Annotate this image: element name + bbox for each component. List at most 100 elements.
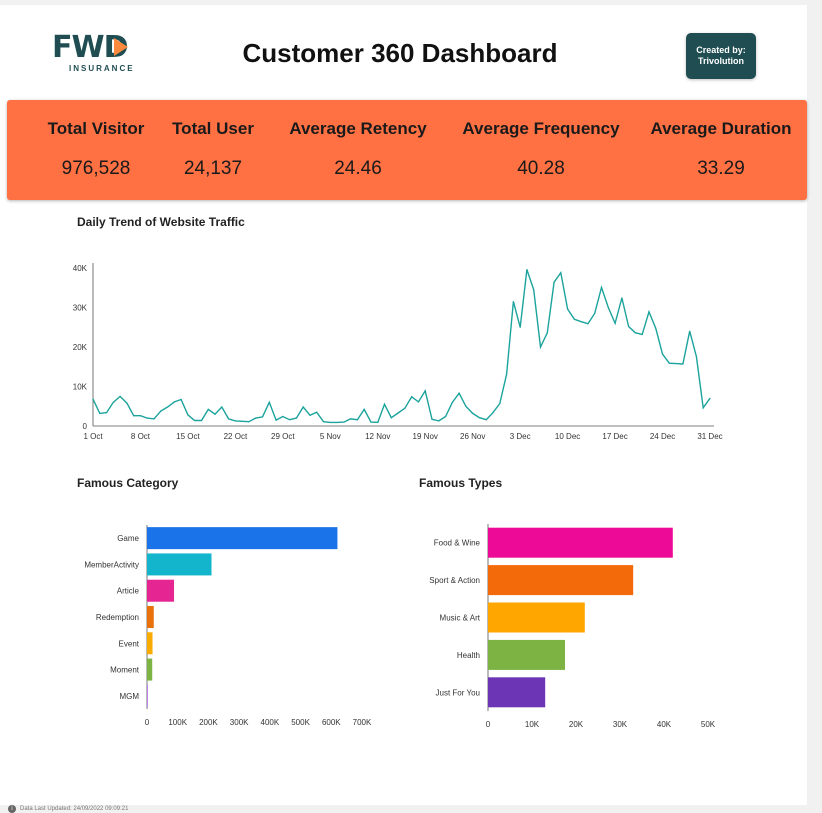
kpi-value: 976,528 [61,158,131,179]
traffic-data-point [241,420,243,422]
traffic-data-point [133,415,135,417]
traffic-data-point [675,362,677,365]
category-label: Food & Wine [434,539,481,548]
traffic-series-line [92,269,711,424]
traffic-data-point [194,419,196,422]
traffic-data-point [424,390,426,392]
bar-sport-action [488,565,634,596]
kpi-value: 40.28 [517,158,565,179]
kpi-value: 33.29 [697,158,745,179]
x-tick-label: 3 Dec [510,432,531,441]
traffic-data-point [465,405,467,407]
kpi-average-duration[interactable]: Average Duration 33.29 [643,100,799,200]
traffic-data-point [417,401,420,403]
y-tick-label: 20K [73,343,88,352]
traffic-data-point [431,418,433,420]
y-tick-label: 10K [73,383,88,392]
traffic-data-point [499,402,501,405]
category-label: Health [457,651,480,660]
kpi-scorecard-band: Total Visitor 976,528 Total User 24,137 … [7,100,807,200]
traffic-data-point [221,406,223,408]
traffic-data-point [472,412,474,414]
bar-mgm [147,684,148,707]
x-tick-label: 5 Nov [320,432,341,441]
bar-health [488,639,565,670]
kpi-label: Average Duration [650,119,792,138]
traffic-data-point [289,419,291,421]
traffic-data-point [390,417,392,419]
traffic-data-point [648,311,650,313]
y-tick-label: 30K [73,304,88,313]
traffic-data-point [661,353,664,355]
category-label: Sport & Action [429,576,480,585]
category-label: Just For You [436,688,480,697]
kpi-average-frequency[interactable]: Average Frequency 40.28 [455,100,627,200]
traffic-data-point [580,321,582,323]
kpi-label: Average Retency [289,119,427,138]
traffic-chart-title: Daily Trend of Website Traffic [77,215,245,229]
traffic-data-point [451,401,453,403]
traffic-data-point [166,406,169,408]
traffic-data-point [282,415,284,418]
traffic-line-chart[interactable]: 0 10K 20K 30K 40K 1 Oct 8 Oct 15 Oct 22 Oct 29 Oc… [60,250,740,450]
x-tick-label: 8 Oct [131,432,151,441]
x-tick-label: 19 Nov [413,432,438,441]
bar-music-art [488,602,585,633]
traffic-data-point [492,411,494,414]
x-tick-label: 600K [322,718,341,727]
kpi-total-user[interactable]: Total User 24,137 [163,100,263,200]
traffic-data-point [105,411,108,414]
traffic-data-point [594,312,596,315]
x-tick-label: 40K [657,720,672,729]
x-tick-label: 700K [353,718,372,727]
category-label: MGM [119,692,139,701]
types-bar-chart[interactable]: Food & Wine Sport & Action Music & Art Heal… [410,515,730,735]
traffic-data-point [309,414,311,416]
x-tick-label: 400K [261,718,280,727]
traffic-data-point [526,268,528,271]
traffic-data-point [607,306,609,309]
category-label: Event [119,639,140,648]
bar-moment [147,658,153,681]
traffic-data-point [356,419,359,421]
traffic-data-point [173,401,175,403]
traffic-data-point [268,401,270,403]
x-tick-label: 26 Nov [460,432,485,441]
x-tick-label: 10 Dec [555,432,580,441]
traffic-data-point [458,392,460,394]
fwd-logo: FWD INSURANCE [52,31,147,79]
traffic-data-point [200,419,203,422]
traffic-data-point [438,420,440,422]
traffic-data-point [119,395,121,397]
category-label: Redemption [96,613,139,622]
kpi-average-retency[interactable]: Average Retency 24.46 [283,100,433,200]
traffic-data-point [329,421,331,424]
traffic-data-point [404,407,406,409]
category-chart-title: Famous Category [77,476,179,490]
bar-memberactivity [147,553,212,576]
category-label: Moment [110,666,140,675]
kpi-value: 24.46 [334,158,382,179]
traffic-data-point [533,289,535,291]
types-chart-title: Famous Types [419,476,503,490]
traffic-data-point [553,281,555,283]
category-label: Music & Art [440,614,481,623]
category-label: MemberActivity [84,560,139,569]
category-label: Article [117,587,140,596]
x-tick-label: 1 Oct [83,432,103,441]
bar-game [147,527,338,550]
traffic-data-point [377,421,379,424]
x-tick-label: 10K [525,720,540,729]
x-tick-label: 15 Oct [176,432,200,441]
traffic-data-point [682,363,684,365]
category-bar-chart[interactable]: Game MemberActivity Article Redemption Event… [60,515,390,735]
creator-label: Created by: [696,45,746,55]
traffic-data-point [539,346,542,348]
traffic-data-point [641,333,643,335]
bar-article [147,579,175,602]
traffic-data-point [370,421,372,423]
traffic-data-point [92,398,94,400]
kpi-total-visitor[interactable]: Total Visitor 976,528 [29,100,163,200]
traffic-data-point [444,415,447,418]
traffic-data-point [316,411,318,413]
